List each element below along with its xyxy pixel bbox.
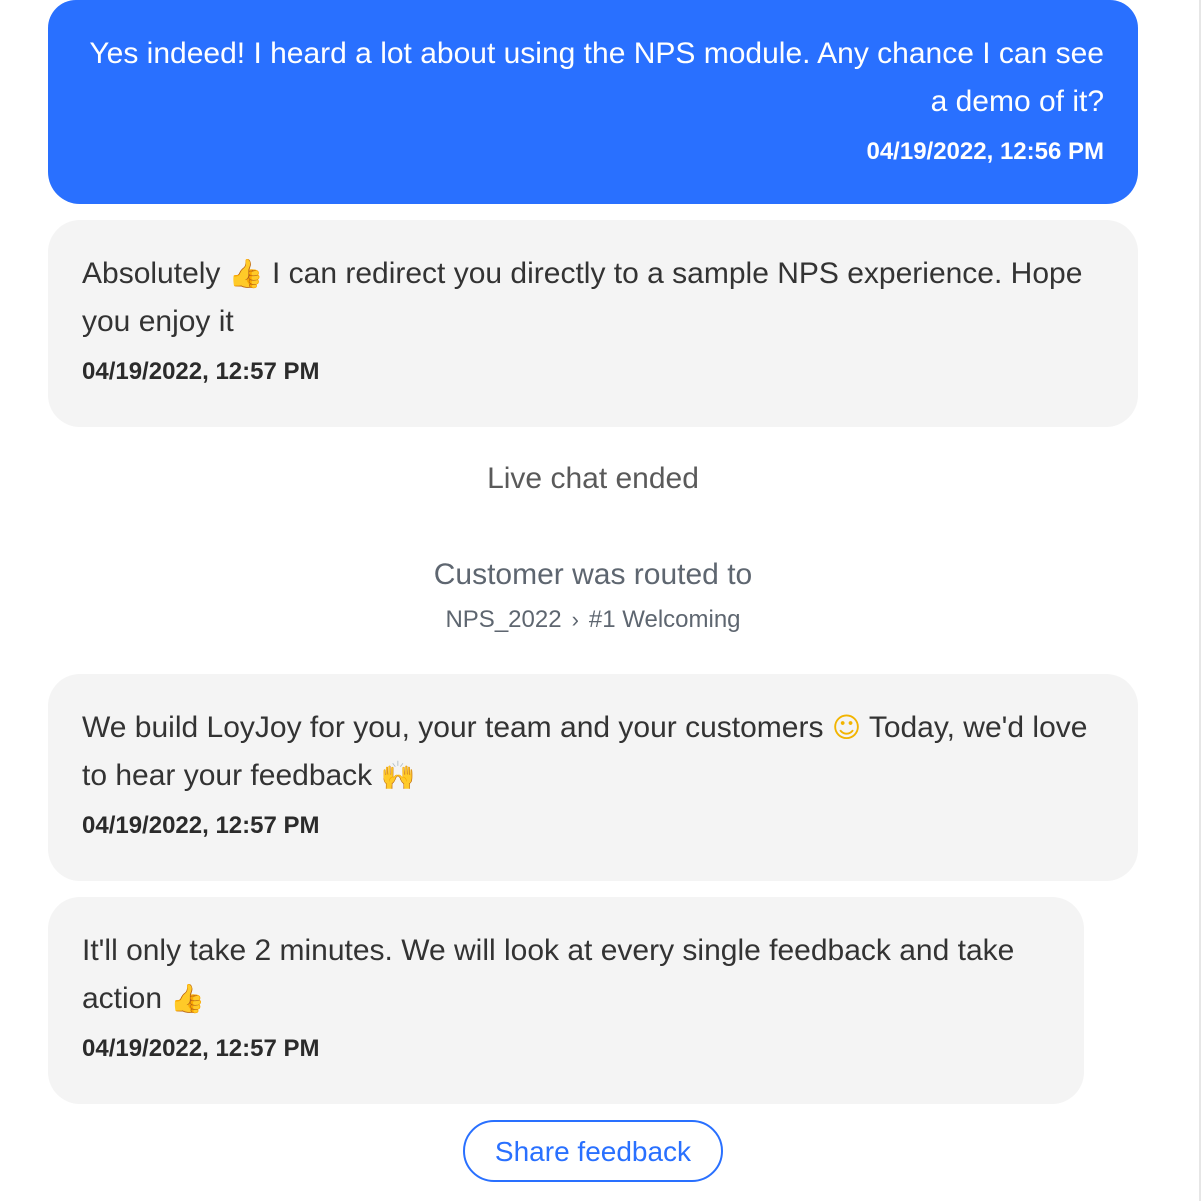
message-text-part: It'll only take 2 minutes. We will look … [82, 934, 1015, 1015]
smiling-face-icon: ☺ [831, 711, 862, 744]
incoming-message-bubble: Absolutely 👍 I can redirect you directly… [48, 220, 1138, 427]
raising-hands-icon: 🙌 [380, 759, 416, 792]
incoming-message-bubble: It'll only take 2 minutes. We will look … [48, 897, 1084, 1104]
share-feedback-button[interactable]: Share feedback [463, 1120, 723, 1182]
chat-page: Yes indeed! I heard a lot about using th… [0, 0, 1201, 1201]
thumbs-up-icon: 👍 [170, 982, 206, 1015]
routing-flow-name: NPS_2022 [445, 606, 562, 633]
message-text-part: Absolutely [82, 257, 221, 290]
chevron-right-icon: › [571, 607, 579, 632]
routing-notice-title: Customer was routed to [433, 558, 753, 591]
message-text: We build LoyJoy for you, your team and y… [82, 704, 1104, 800]
message-timestamp: 04/19/2022, 12:57 PM [82, 1035, 320, 1062]
message-text: Yes indeed! I heard a lot about using th… [89, 37, 1104, 118]
thumbs-up-icon: 👍 [228, 257, 264, 290]
routing-step-name: #1 Welcoming [588, 606, 741, 633]
message-timestamp: 04/19/2022, 12:56 PM [866, 138, 1104, 165]
message-text-part: We build LoyJoy for you, your team and y… [82, 711, 824, 744]
live-chat-ended-notice: Live chat ended [487, 462, 699, 495]
message-timestamp: 04/19/2022, 12:57 PM [82, 812, 320, 839]
message-timestamp: 04/19/2022, 12:57 PM [82, 358, 320, 385]
outgoing-message-bubble: Yes indeed! I heard a lot about using th… [48, 0, 1138, 204]
incoming-message-bubble: We build LoyJoy for you, your team and y… [48, 674, 1138, 881]
message-text: It'll only take 2 minutes. We will look … [82, 927, 1050, 1023]
routing-breadcrumb: NPS_2022 › #1 Welcoming [0, 606, 1186, 634]
message-text: Absolutely 👍 I can redirect you directly… [82, 250, 1104, 346]
